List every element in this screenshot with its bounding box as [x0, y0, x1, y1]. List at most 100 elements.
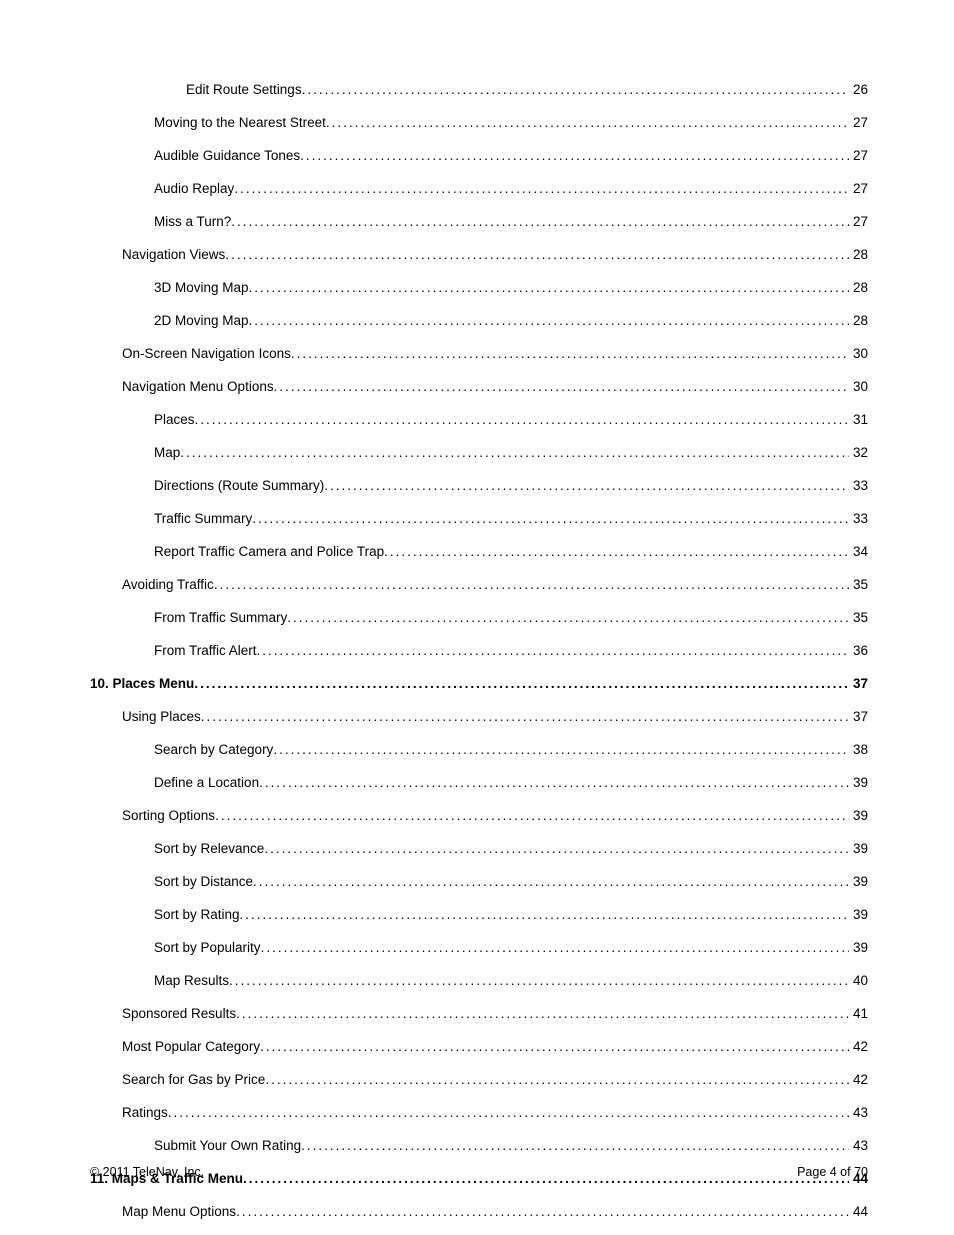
- toc-entry[interactable]: Edit Route Settings.....................…: [90, 82, 868, 97]
- toc-entry-page: 41: [849, 1006, 868, 1021]
- toc-entry-label: Edit Route Settings: [186, 82, 302, 97]
- toc-entry[interactable]: Report Traffic Camera and Police Trap...…: [90, 544, 868, 559]
- toc-entry-label: Sorting Options: [122, 808, 215, 823]
- toc-entry[interactable]: Map.....................................…: [90, 445, 868, 460]
- toc-leaders: ........................................…: [326, 116, 849, 130]
- toc-entry[interactable]: Audio Replay............................…: [90, 181, 868, 196]
- toc-entry-label: Miss a Turn?: [154, 214, 231, 229]
- toc-entry-page: 27: [849, 115, 868, 130]
- toc-entry-page: 39: [849, 841, 868, 856]
- toc-entry-page: 30: [849, 379, 868, 394]
- toc-entry-label: Sort by Popularity: [154, 940, 261, 955]
- toc-entry-page: 33: [849, 478, 868, 493]
- toc-leaders: ........................................…: [201, 710, 849, 724]
- toc-entry-label: Sponsored Results: [122, 1006, 236, 1021]
- toc-entry-page: 42: [849, 1072, 868, 1087]
- toc-entry-page: 39: [849, 940, 868, 955]
- toc-leaders: ........................................…: [265, 1073, 849, 1087]
- toc-entry[interactable]: On-Screen Navigation Icons..............…: [90, 346, 868, 361]
- toc-leaders: ........................................…: [287, 611, 849, 625]
- toc-entry-page: 28: [849, 280, 868, 295]
- toc-entry-label: Directions (Route Summary): [154, 478, 324, 493]
- toc-entry-label: Sort by Relevance: [154, 841, 264, 856]
- toc-entry-label: Navigation Menu Options: [122, 379, 274, 394]
- footer-page-number: Page 4 of 70: [797, 1165, 868, 1179]
- page-footer: © 2011 TeleNav, Inc. Page 4 of 70: [90, 1165, 868, 1179]
- toc-leaders: ........................................…: [261, 941, 849, 955]
- toc-leaders: ........................................…: [249, 281, 849, 295]
- toc-entry-label: Most Popular Category: [122, 1039, 260, 1054]
- toc-entry[interactable]: Most Popular Category...................…: [90, 1039, 868, 1054]
- toc-leaders: ........................................…: [195, 413, 849, 427]
- footer-copyright: © 2011 TeleNav, Inc.: [90, 1165, 204, 1179]
- toc-entry[interactable]: Sponsored Results.......................…: [90, 1006, 868, 1021]
- toc-entry[interactable]: Places..................................…: [90, 412, 868, 427]
- toc-entry-label: Map: [154, 445, 180, 460]
- toc-entry[interactable]: Sort by Distance........................…: [90, 874, 868, 889]
- toc-leaders: ........................................…: [302, 83, 849, 97]
- toc-leaders: ........................................…: [264, 842, 849, 856]
- toc-entry-page: 39: [849, 775, 868, 790]
- toc-entry[interactable]: Navigation Menu Options.................…: [90, 379, 868, 394]
- toc-entry[interactable]: From Traffic Summary....................…: [90, 610, 868, 625]
- toc-entry[interactable]: 10. Places Menu.........................…: [90, 676, 868, 691]
- toc-entry-page: 43: [849, 1138, 868, 1153]
- toc-entry[interactable]: Define a Location.......................…: [90, 775, 868, 790]
- toc-entry[interactable]: Miss a Turn?............................…: [90, 214, 868, 229]
- toc-entry[interactable]: Sorting Options.........................…: [90, 808, 868, 823]
- toc-entry-page: 35: [849, 610, 868, 625]
- toc-entry-label: On-Screen Navigation Icons: [122, 346, 291, 361]
- toc-entry-page: 35: [849, 577, 868, 592]
- toc-entry-label: Search by Category: [154, 742, 273, 757]
- toc-entry-page: 39: [849, 907, 868, 922]
- toc-leaders: ........................................…: [384, 545, 849, 559]
- toc-leaders: ........................................…: [214, 578, 849, 592]
- toc-leaders: ........................................…: [274, 380, 849, 394]
- toc-entry[interactable]: Traffic Summary.........................…: [90, 511, 868, 526]
- toc-leaders: ........................................…: [273, 743, 849, 757]
- toc-entry[interactable]: Submit Your Own Rating..................…: [90, 1138, 868, 1153]
- toc-entry[interactable]: 3D Moving Map...........................…: [90, 280, 868, 295]
- toc-entry-label: Avoiding Traffic: [122, 577, 214, 592]
- toc-entry[interactable]: Map Menu Options........................…: [90, 1204, 868, 1219]
- toc-entry-label: 3D Moving Map: [154, 280, 249, 295]
- toc-entry[interactable]: Using Places............................…: [90, 709, 868, 724]
- toc-entry[interactable]: Sort by Relevance.......................…: [90, 841, 868, 856]
- toc-leaders: ........................................…: [229, 974, 849, 988]
- toc-entry[interactable]: From Traffic Alert......................…: [90, 643, 868, 658]
- toc-entry[interactable]: 2D Moving Map...........................…: [90, 313, 868, 328]
- toc-entry[interactable]: Moving to the Nearest Street............…: [90, 115, 868, 130]
- toc-entry-label: Places: [154, 412, 195, 427]
- toc-entry-page: 33: [849, 511, 868, 526]
- toc-entry[interactable]: Search for Gas by Price.................…: [90, 1072, 868, 1087]
- toc-entry[interactable]: Audible Guidance Tones..................…: [90, 148, 868, 163]
- toc-leaders: ........................................…: [231, 215, 849, 229]
- toc-entry-label: Map Results: [154, 973, 229, 988]
- toc-entry-label: Map Menu Options: [122, 1204, 236, 1219]
- toc-leaders: ........................................…: [249, 314, 849, 328]
- toc-entry[interactable]: Avoiding Traffic........................…: [90, 577, 868, 592]
- toc-entry-label: Traffic Summary: [154, 511, 252, 526]
- toc-leaders: ........................................…: [236, 1205, 849, 1219]
- toc-entry[interactable]: Sort by Popularity......................…: [90, 940, 868, 955]
- toc-entry-page: 30: [849, 346, 868, 361]
- toc-entry[interactable]: Directions (Route Summary)..............…: [90, 478, 868, 493]
- toc-entry[interactable]: Map Results.............................…: [90, 973, 868, 988]
- toc-entry-page: 39: [849, 874, 868, 889]
- toc-entry-label: From Traffic Summary: [154, 610, 287, 625]
- toc-leaders: ........................................…: [260, 1040, 849, 1054]
- toc-leaders: ........................................…: [253, 875, 849, 889]
- toc-entry[interactable]: Sort by Rating..........................…: [90, 907, 868, 922]
- toc-entry[interactable]: Search by Category......................…: [90, 742, 868, 757]
- toc-entry-page: 27: [849, 181, 868, 196]
- toc-entry-page: 34: [849, 544, 868, 559]
- toc-entry[interactable]: Ratings.................................…: [90, 1105, 868, 1120]
- toc-entry-page: 36: [849, 643, 868, 658]
- toc-leaders: ........................................…: [257, 644, 849, 658]
- toc-entry-label: From Traffic Alert: [154, 643, 257, 658]
- toc-leaders: ........................................…: [291, 347, 849, 361]
- toc-entry-page: 44: [849, 1204, 868, 1219]
- toc-entry[interactable]: Navigation Views........................…: [90, 247, 868, 262]
- toc-entry-page: 43: [849, 1105, 868, 1120]
- toc-leaders: ........................................…: [225, 248, 849, 262]
